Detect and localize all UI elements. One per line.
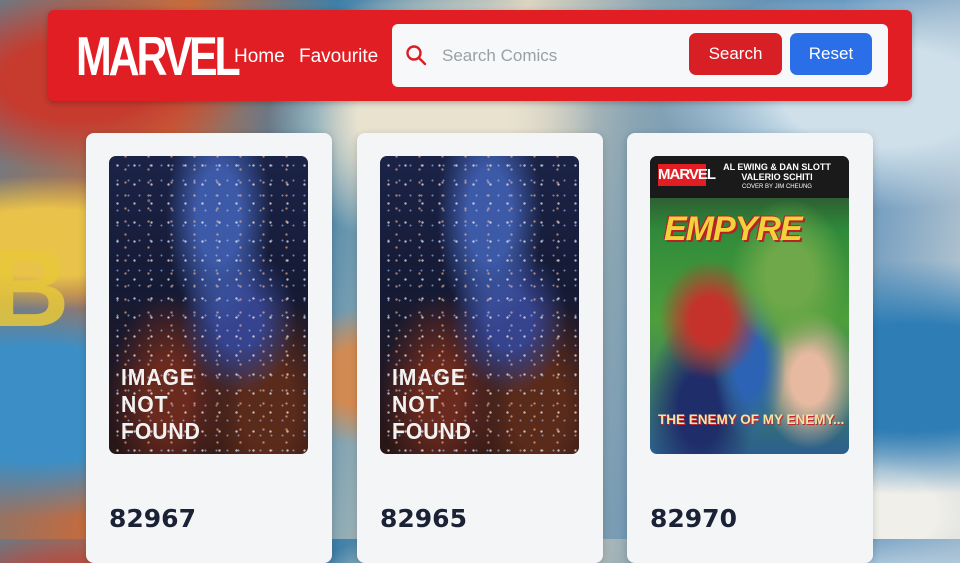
comic-cover-image[interactable]: IMAGE NOT FOUND <box>380 156 579 454</box>
nav-link-favourite[interactable]: Favourite <box>299 46 378 68</box>
search-icon <box>406 45 427 66</box>
image-not-found-text: IMAGE NOT FOUND <box>392 364 472 444</box>
navbar: MARVEL Home Favourite Search Reset <box>48 10 912 101</box>
comic-card[interactable]: MARVEL AL EWING & DAN SLOTT VALERIO SCHI… <box>627 133 873 563</box>
background-collage: B <box>0 227 74 350</box>
comic-id: 82965 <box>380 504 467 533</box>
reset-button[interactable]: Reset <box>790 33 872 75</box>
comic-cover-image[interactable]: MARVEL AL EWING & DAN SLOTT VALERIO SCHI… <box>650 156 849 454</box>
cover-title: EMPYRE <box>664 210 803 248</box>
cover-brand-logo: MARVEL <box>658 164 716 186</box>
marvel-logo[interactable]: MARVEL <box>76 29 241 84</box>
comic-id: 82970 <box>650 504 737 533</box>
comic-card[interactable]: IMAGE NOT FOUND 82967 <box>86 133 332 563</box>
comic-id: 82967 <box>109 504 196 533</box>
cover-tagline: THE ENEMY OF MY ENEMY... <box>658 412 845 427</box>
nav-link-home[interactable]: Home <box>234 46 285 68</box>
search-input[interactable] <box>440 41 674 71</box>
comic-card[interactable]: IMAGE NOT FOUND 82965 <box>357 133 603 563</box>
comic-cover-image[interactable]: IMAGE NOT FOUND <box>109 156 308 454</box>
search-button[interactable]: Search <box>689 33 782 75</box>
search-bar: Search Reset <box>392 24 888 87</box>
cover-credits: AL EWING & DAN SLOTT VALERIO SCHITI COVE… <box>723 162 831 190</box>
image-not-found-text: IMAGE NOT FOUND <box>121 364 201 444</box>
